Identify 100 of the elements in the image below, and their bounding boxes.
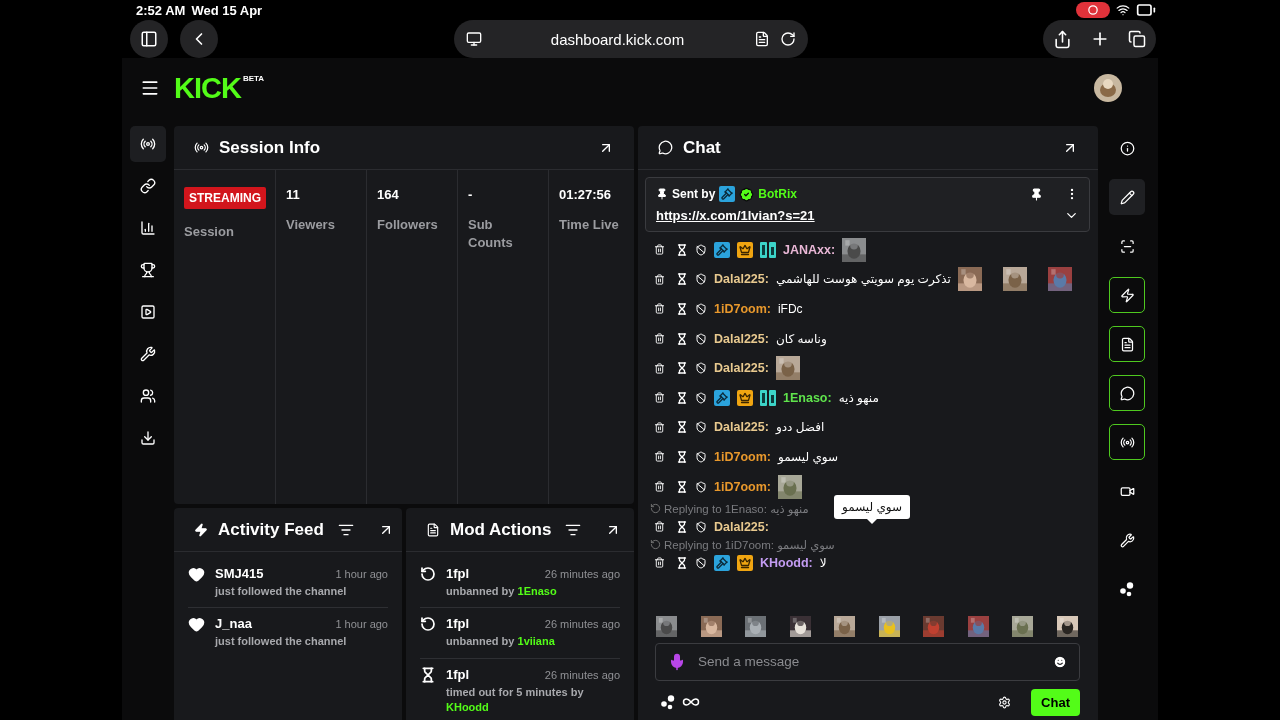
ban-shield-icon[interactable]	[695, 273, 707, 286]
logo[interactable]: KICK	[174, 73, 241, 103]
stat-label: Viewers	[286, 216, 336, 234]
ban-shield-icon[interactable]	[695, 556, 707, 569]
trash-icon[interactable]	[654, 303, 665, 315]
user-name: 1fpl	[446, 616, 470, 632]
chat-send-button[interactable]: Chat	[1031, 688, 1080, 716]
hourglass-icon[interactable]	[676, 303, 688, 315]
dots-icon[interactable]	[660, 694, 676, 711]
chat-message-text: iFDc	[777, 302, 803, 316]
sidebar-item[interactable]	[130, 126, 166, 162]
chat-user-name[interactable]: 1iD7oom:	[714, 479, 771, 494]
hourglass-icon[interactable]	[676, 362, 688, 375]
chat-user-name[interactable]: Dalal225:	[714, 331, 769, 346]
user-name: 1fpl	[446, 566, 470, 581]
share-icon[interactable]	[1053, 29, 1072, 49]
sidebar-item[interactable]	[1109, 424, 1145, 460]
hourglass-icon[interactable]	[676, 243, 688, 256]
trash-icon[interactable]	[654, 244, 665, 256]
gavel-badge-icon	[714, 554, 730, 571]
unpin-icon[interactable]	[1030, 187, 1043, 201]
reload-icon[interactable]	[779, 31, 796, 47]
hourglass-icon[interactable]	[676, 421, 688, 434]
sidebar-item[interactable]	[1109, 375, 1145, 411]
sidebar-toggle-button[interactable]	[130, 20, 168, 58]
hourglass-icon[interactable]	[676, 520, 688, 533]
hourglass-icon[interactable]	[676, 450, 688, 463]
ban-shield-icon[interactable]	[695, 243, 707, 256]
status-badge: STREAMING	[184, 187, 266, 209]
chat-message-text: سوي ليسمو	[777, 449, 839, 464]
download-icon	[140, 430, 156, 446]
ban-shield-icon[interactable]	[695, 391, 707, 404]
tabs-icon[interactable]	[1128, 30, 1146, 48]
trash-icon[interactable]	[654, 521, 665, 533]
hourglass-icon[interactable]	[676, 480, 688, 493]
settings-icon[interactable]	[998, 695, 1012, 709]
scan-icon	[1119, 238, 1135, 254]
time-text: 26 minutes ago	[544, 568, 620, 580]
clock-time: 2:52 AM	[136, 2, 186, 18]
sidebar-item[interactable]	[1109, 326, 1145, 362]
chat-user-name[interactable]: 1Enaso:	[783, 390, 832, 405]
time-text: 1 hour ago	[335, 618, 388, 631]
beta-label: BETA	[242, 73, 265, 83]
link-icon	[140, 178, 156, 194]
trash-icon[interactable]	[654, 557, 665, 569]
lightning-icon	[194, 522, 208, 537]
trash-icon[interactable]	[654, 421, 665, 433]
stat-value: -	[468, 187, 474, 202]
pinned-link[interactable]: https://x.com/1lvian?s=21	[656, 208, 815, 223]
ban-shield-icon[interactable]	[695, 520, 707, 533]
ban-shield-icon[interactable]	[695, 480, 707, 493]
ban-shield-icon[interactable]	[695, 450, 707, 463]
hourglass-icon[interactable]	[676, 273, 688, 286]
trash-icon[interactable]	[654, 392, 665, 404]
trash-icon[interactable]	[654, 451, 665, 463]
ban-shield-icon[interactable]	[695, 332, 707, 345]
chat-user-name[interactable]: JANAxx:	[783, 242, 836, 257]
ban-shield-icon[interactable]	[695, 421, 707, 434]
message-input[interactable]: Send a message	[696, 653, 1043, 671]
reader-icon[interactable]	[753, 31, 770, 47]
wifi-icon	[1116, 3, 1130, 17]
chat-user-name[interactable]: 1iD7oom:	[714, 302, 771, 316]
reply-icon	[650, 539, 661, 551]
info-icon	[1119, 140, 1135, 156]
chat-user-name[interactable]: 1iD7oom:	[714, 449, 771, 464]
chat-message-text: تذكرت يوم سويتي هوست للهاشمي	[775, 272, 951, 287]
panel-title: Session Info	[219, 137, 321, 158]
wrench-icon	[140, 346, 156, 362]
chat-user-name[interactable]: Dalal225:	[714, 361, 769, 376]
message-field[interactable]: Send a message	[655, 642, 1080, 681]
document-icon	[1119, 336, 1135, 352]
hourglass-icon[interactable]	[676, 556, 688, 569]
trash-icon[interactable]	[654, 362, 665, 374]
chat-user-name[interactable]: KHoodd:	[760, 555, 813, 570]
date-text: Wed 15 Apr	[191, 2, 263, 18]
sidebar-item[interactable]	[1109, 179, 1145, 215]
crown-badge-icon	[737, 389, 753, 406]
hourglass-icon[interactable]	[676, 391, 688, 404]
activity-text: just followed the channel	[215, 584, 348, 599]
chart-icon	[140, 220, 156, 236]
crown-badge-icon	[737, 554, 753, 571]
microphone-icon[interactable]	[668, 652, 686, 671]
chat-user-name[interactable]: Dalal225:	[714, 272, 769, 287]
activity-text: just followed the channel	[215, 634, 348, 650]
trash-icon[interactable]	[654, 481, 665, 493]
emoji-icon[interactable]	[1053, 654, 1067, 669]
recording-indicator	[1076, 2, 1110, 18]
ban-shield-icon[interactable]	[695, 362, 707, 375]
hourglass-icon[interactable]	[676, 332, 688, 345]
stat-label: Sub Counts	[468, 216, 514, 252]
ban-shield-icon[interactable]	[695, 303, 707, 315]
sidebar-item[interactable]	[1109, 277, 1145, 313]
chat-user-name[interactable]: Dalal225:	[714, 420, 769, 435]
trash-icon[interactable]	[654, 333, 665, 345]
hourglass-icon	[420, 666, 436, 683]
play-icon	[140, 304, 156, 320]
chat-user-name[interactable]: Dalal225:	[714, 519, 769, 534]
menu-icon[interactable]	[140, 78, 160, 98]
stat-value: 11	[286, 187, 301, 202]
trash-icon[interactable]	[654, 273, 665, 285]
